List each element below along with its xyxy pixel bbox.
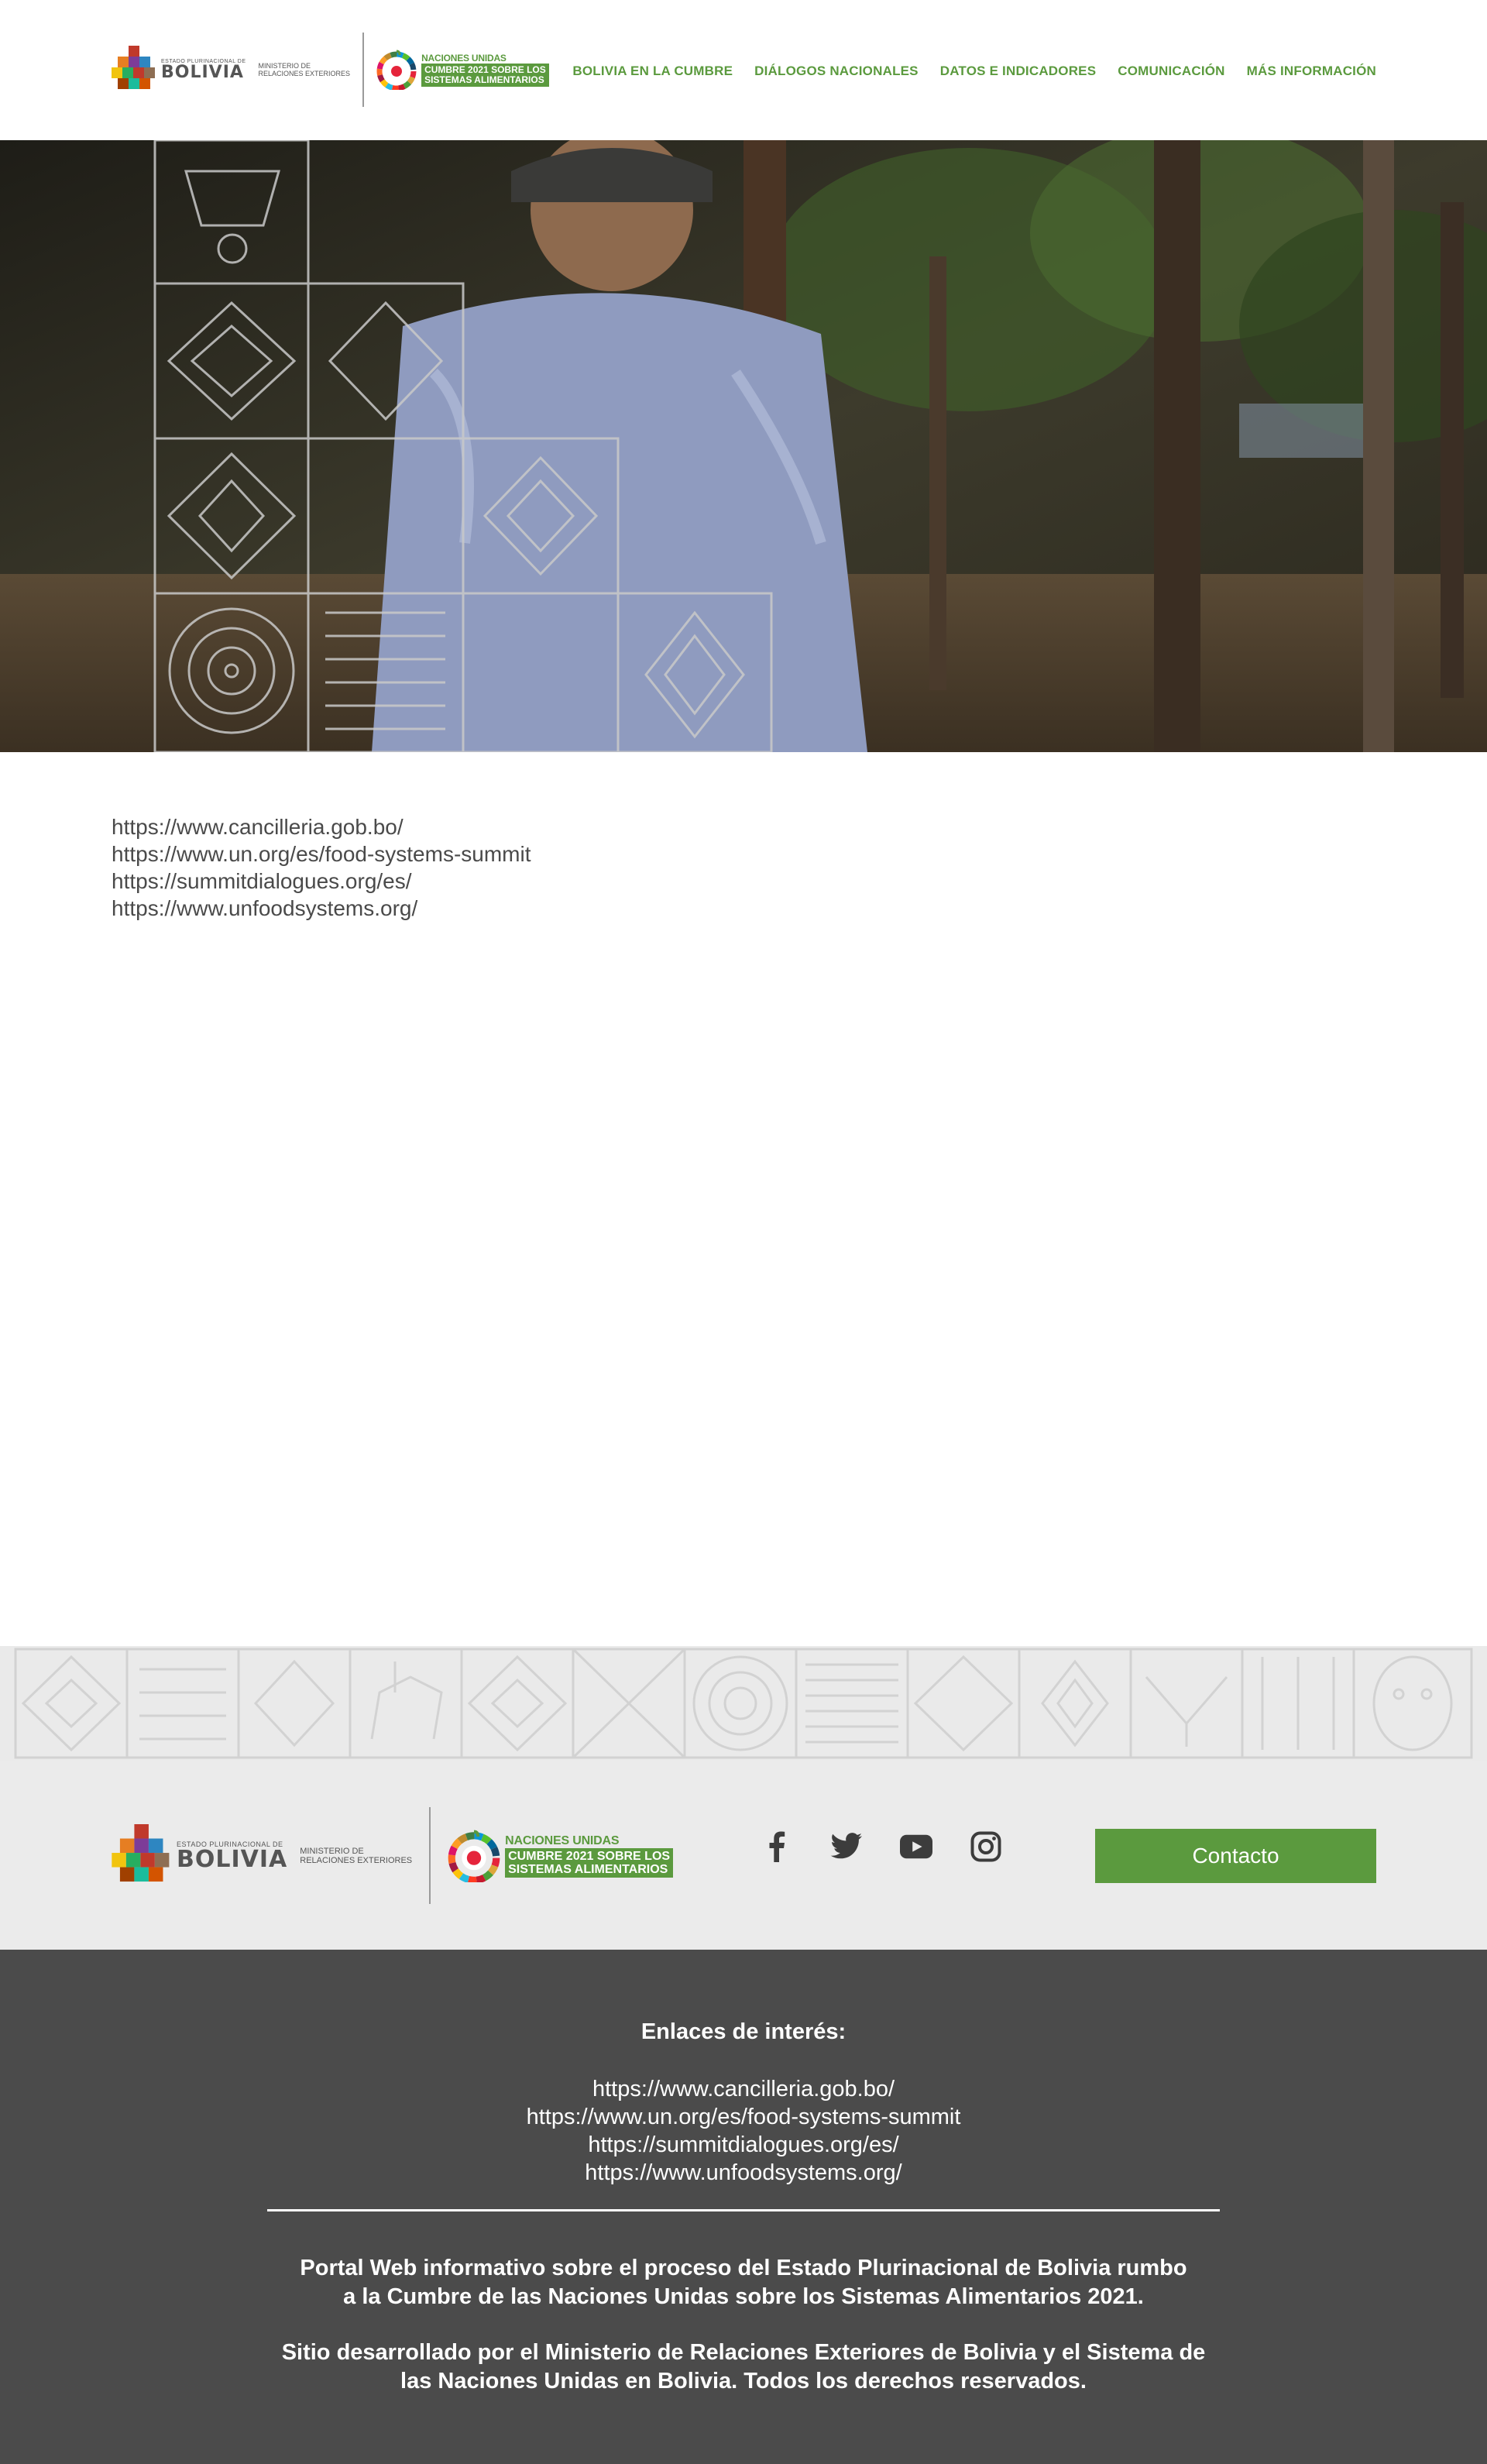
- contact-button[interactable]: Contacto: [1095, 1829, 1376, 1883]
- footer-logo-divider: [429, 1807, 431, 1904]
- facebook-icon[interactable]: [761, 1830, 793, 1863]
- footer-credit: Sitio desarrollado por el Ministerio de …: [279, 2339, 1208, 2396]
- nav-datos-e-indicadores[interactable]: DATOS E INDICADORES: [940, 64, 1097, 79]
- footer-un-logo-line2: SISTEMAS ALIMENTARIOS: [508, 1862, 668, 1876]
- youtube-icon[interactable]: [900, 1830, 932, 1863]
- footer-credit-line2: las Naciones Unidas en Bolivia. Todos lo…: [400, 2369, 1087, 2394]
- footer-logos[interactable]: Estado Plurinacional de BOLIVIA Minister…: [112, 1807, 674, 1904]
- bolivia-logo-big: BOLIVIA: [161, 62, 244, 82]
- link-summit-dialogues[interactable]: https://summitdialogues.org/es/: [112, 868, 531, 895]
- ministry-line1: Ministerio de: [258, 62, 311, 70]
- nav-dialogos-nacionales[interactable]: DIÁLOGOS NACIONALES: [754, 64, 919, 79]
- footer-bolivia-logo[interactable]: Estado Plurinacional de BOLIVIA Minister…: [112, 1823, 412, 1888]
- logo-divider: [362, 33, 365, 107]
- footer-divider: [267, 2209, 1220, 2211]
- footer-ministry-line1: Ministerio de: [300, 1846, 364, 1856]
- header-logos[interactable]: Estado Plurinacional de BOLIVIA Minister…: [112, 31, 549, 108]
- link-un-food-systems-summit[interactable]: https://www.un.org/es/food-systems-summi…: [112, 840, 531, 868]
- nav-comunicacion[interactable]: COMUNICACIÓN: [1118, 64, 1224, 79]
- footer-link-un-food-systems-summit[interactable]: https://www.un.org/es/food-systems-summi…: [0, 2103, 1487, 2131]
- footer-un-logo-small: NACIONES UNIDAS: [505, 1833, 620, 1847]
- un-logo-box: CUMBRE 2021 SOBRE LOS SISTEMAS ALIMENTAR…: [421, 64, 549, 87]
- footer-ministry-label: Ministerio de Relaciones Exteriores: [300, 1847, 412, 1865]
- nav-bolivia-en-la-cumbre[interactable]: BOLIVIA EN LA CUMBRE: [572, 64, 733, 79]
- un-logo-small: NACIONES UNIDAS: [421, 53, 507, 64]
- footer-bottom: Enlaces de interés: https://www.cancille…: [0, 1950, 1487, 2464]
- ministry-line2: Relaciones Exteriores: [258, 70, 351, 77]
- footer-sdg-wheel-icon: [448, 1830, 500, 1884]
- bolivia-emblem-icon: [112, 46, 158, 94]
- footer-links: https://www.cancilleria.gob.bo/ https://…: [0, 2075, 1487, 2187]
- link-cancilleria[interactable]: https://www.cancilleria.gob.bo/: [112, 813, 531, 840]
- footer-top: Estado Plurinacional de BOLIVIA Minister…: [0, 1761, 1487, 1950]
- footer-bolivia-emblem-icon: [112, 1823, 173, 1888]
- footer-link-summit-dialogues[interactable]: https://summitdialogues.org/es/: [0, 2131, 1487, 2159]
- footer-link-unfoodsystems[interactable]: https://www.unfoodsystems.org/: [0, 2159, 1487, 2187]
- footer-link-cancilleria[interactable]: https://www.cancilleria.gob.bo/: [0, 2075, 1487, 2103]
- social-links: [761, 1830, 1002, 1863]
- nav-mas-informacion[interactable]: MÁS INFORMACIÓN: [1247, 64, 1376, 79]
- footer-credit-line1: Sitio desarrollado por el Ministerio de …: [281, 2340, 1206, 2365]
- un-logo-line2: SISTEMAS ALIMENTARIOS: [424, 74, 544, 85]
- hero-image: [0, 140, 1487, 752]
- un-summit-logo[interactable]: NACIONES UNIDAS CUMBRE 2021 SOBRE LOS SI…: [376, 50, 549, 91]
- twitter-icon[interactable]: [830, 1830, 863, 1863]
- footer-un-summit-logo[interactable]: NACIONES UNIDAS CUMBRE 2021 SOBRE LOS SI…: [448, 1830, 674, 1884]
- footer-description: Portal Web informativo sobre el proceso …: [279, 2254, 1208, 2311]
- footer-description-line1: Portal Web informativo sobre el proceso …: [300, 2256, 1187, 2280]
- footer-un-logo-line1: CUMBRE 2021 SOBRE LOS: [508, 1849, 671, 1863]
- footer-description-line2: a la Cumbre de las Naciones Unidas sobre…: [343, 2284, 1144, 2309]
- main-content: https://www.cancilleria.gob.bo/ https://…: [112, 813, 531, 922]
- decorative-pattern-band: [0, 1646, 1487, 1761]
- site-header: Estado Plurinacional de BOLIVIA Minister…: [0, 0, 1487, 140]
- hero-banner: [0, 140, 1487, 752]
- main-nav: BOLIVIA EN LA CUMBRE DIÁLOGOS NACIONALES…: [572, 64, 1376, 79]
- footer-links-title: Enlaces de interés:: [640, 2019, 847, 2044]
- footer-un-logo-box: CUMBRE 2021 SOBRE LOS SISTEMAS ALIMENTAR…: [505, 1847, 674, 1878]
- footer-bolivia-logo-big: BOLIVIA: [177, 1845, 288, 1873]
- ministry-label: Ministerio de Relaciones Exteriores: [259, 62, 351, 77]
- instagram-icon[interactable]: [970, 1830, 1002, 1863]
- bolivia-logo[interactable]: Estado Plurinacional de BOLIVIA Minister…: [112, 46, 350, 94]
- footer-ministry-line2: Relaciones Exteriores: [300, 1855, 413, 1865]
- sdg-wheel-icon: [376, 50, 417, 91]
- link-unfoodsystems[interactable]: https://www.unfoodsystems.org/: [112, 895, 531, 922]
